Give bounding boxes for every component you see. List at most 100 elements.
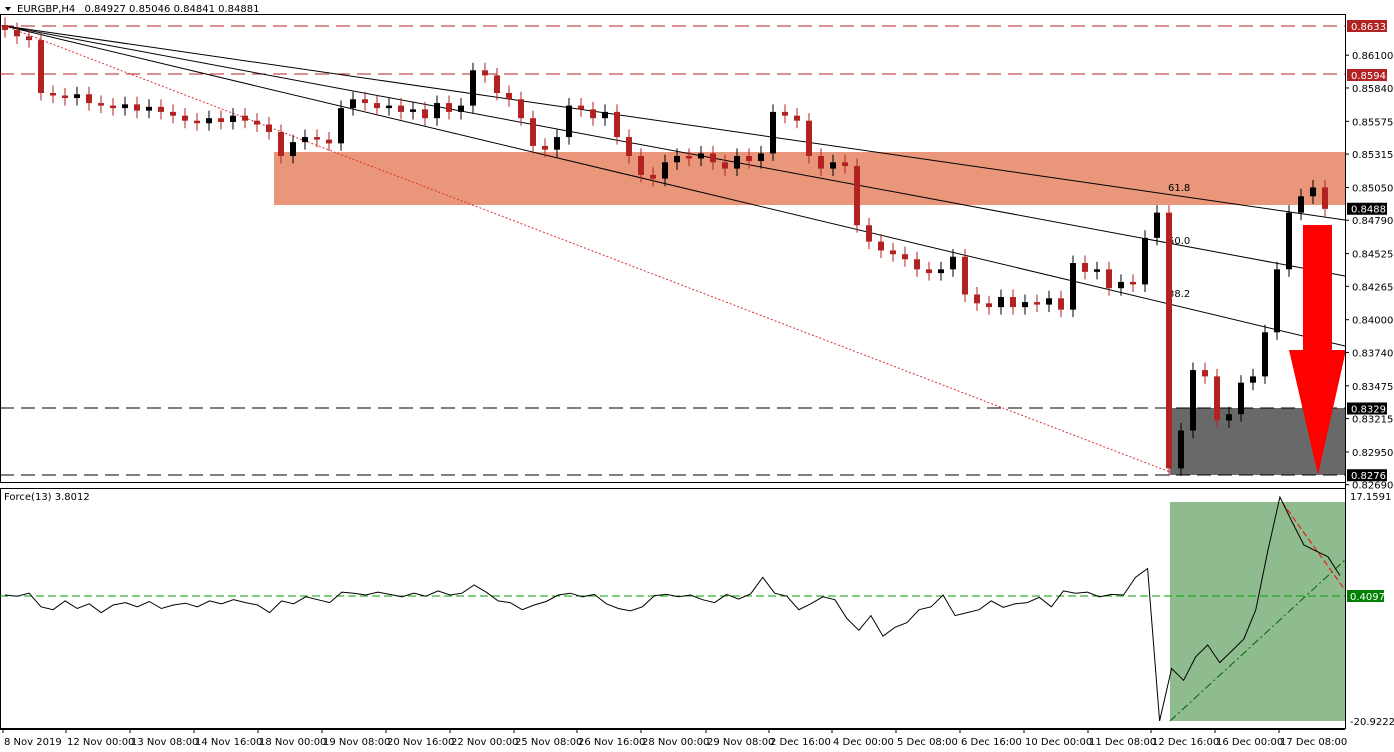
close-value: 0.84881 (218, 4, 259, 15)
dropdown-triangle-icon[interactable] (5, 7, 11, 11)
time-tick-label: 14 Nov 16:00 (195, 737, 262, 748)
candle (1142, 230, 1148, 292)
candle (1094, 261, 1100, 280)
price-tick-label: 0.85050 (1352, 183, 1393, 194)
time-axis-ticks: 8 Nov 2019 12 Nov 00:0013 Nov 08:0014 Nov… (2, 729, 1347, 748)
candle (806, 113, 812, 164)
fib-label-618: 61.8 (1168, 183, 1190, 194)
candle (1130, 274, 1136, 292)
candle (14, 22, 20, 44)
candle (566, 98, 572, 145)
fib-fan-trend-line[interactable] (4, 25, 1171, 473)
candle (1082, 255, 1088, 280)
candle (782, 104, 788, 124)
candle (1034, 294, 1040, 313)
price-tick-label: 0.84000 (1352, 316, 1393, 327)
candle (1058, 290, 1064, 318)
price-tick-label: 0.83215 (1352, 415, 1393, 426)
candle (1166, 205, 1172, 476)
candle (530, 110, 536, 154)
candle (854, 158, 860, 233)
candle (242, 108, 248, 129)
candle (1274, 261, 1280, 340)
candle (182, 108, 188, 129)
time-tick-label: 22 Nov 00:00 (451, 737, 518, 748)
candle (914, 251, 920, 277)
candle (866, 217, 872, 250)
price-tick-label: 0.85840 (1352, 84, 1393, 95)
candle (902, 246, 908, 267)
candle (62, 87, 68, 106)
candle (518, 91, 524, 126)
candle (74, 86, 80, 106)
candle (326, 132, 332, 151)
candle (1154, 205, 1160, 246)
candle (422, 101, 428, 126)
price-tick-label: 0.82690 (1352, 481, 1393, 492)
candle (146, 99, 152, 119)
candle (230, 108, 236, 130)
indicator-pane-frame (0, 488, 1346, 729)
candle (1214, 368, 1220, 429)
time-tick-label: 28 Nov 00:00 (642, 737, 709, 748)
candle (158, 99, 164, 120)
candle (86, 86, 92, 111)
price-tick-label: 0.85575 (1352, 117, 1393, 128)
candle (614, 104, 620, 145)
candle (974, 286, 980, 311)
price-tick-label: 0.83740 (1352, 348, 1393, 359)
candle (398, 98, 404, 120)
time-tick-label: 4 Dec 00:00 (833, 737, 894, 748)
time-tick-label: 17 Dec 08:00 (1280, 737, 1347, 748)
time-tick-label: 8 Nov 2019 (4, 737, 62, 748)
time-tick-label: 10 Dec 00:00 (1025, 737, 1092, 748)
time-tick-label: 18 Nov 00:00 (259, 737, 326, 748)
price-chart[interactable]: 61.8 50.0 38.2 0.861000.858400.855750.85… (0, 0, 1394, 752)
force-level-label: 0.4097 (1350, 592, 1385, 603)
candle (1010, 289, 1016, 315)
candle (302, 129, 308, 150)
candle (1262, 324, 1268, 384)
candle (1178, 422, 1184, 476)
candle (998, 289, 1004, 315)
candle (578, 98, 584, 117)
candle (1070, 255, 1076, 318)
time-tick-label: 19 Nov 08:00 (323, 737, 390, 748)
candle (470, 62, 476, 114)
candle (194, 113, 200, 131)
candle (926, 261, 932, 281)
candle (350, 91, 356, 116)
candle (122, 96, 128, 116)
candle (374, 95, 380, 116)
candle (602, 104, 608, 126)
candle (386, 98, 392, 116)
candle (794, 108, 800, 129)
candle (218, 110, 224, 130)
candles (2, 17, 1328, 476)
candle (938, 261, 944, 281)
time-tick-label: 12 Dec 16:00 (1152, 737, 1219, 748)
force-line (4, 495, 1341, 722)
candle (98, 95, 104, 114)
candle (1190, 362, 1196, 439)
chart-header: EURGBP,H4 0.84927 0.85046 0.84841 0.8488… (17, 4, 259, 15)
candle (254, 113, 260, 133)
time-tick-label: 5 Dec 08:00 (897, 737, 958, 748)
candle (1286, 205, 1292, 277)
high-value: 0.85046 (129, 4, 170, 15)
time-tick-label: 29 Nov 08:00 (707, 737, 774, 748)
price-badge-label: 0.85943 (1351, 71, 1392, 82)
time-tick-label: 13 Nov 08:00 (131, 737, 198, 748)
chart-window[interactable]: 61.8 50.0 38.2 0.86100 0.85840 0.85575 0.85… (0, 0, 1394, 752)
price-tick-label: 0.84265 (1352, 282, 1393, 293)
symbol-label: EURGBP,H4 (17, 4, 75, 15)
candle (986, 295, 992, 315)
time-tick-label: 11 Dec 08:00 (1089, 737, 1156, 748)
price-badge-label: 0.86332 (1351, 22, 1392, 33)
candle (590, 101, 596, 126)
time-tick-label: 12 Nov 00:00 (67, 737, 134, 748)
candle (434, 95, 440, 126)
candle (1250, 368, 1256, 391)
candle (338, 100, 344, 151)
open-value: 0.84927 (84, 4, 125, 15)
